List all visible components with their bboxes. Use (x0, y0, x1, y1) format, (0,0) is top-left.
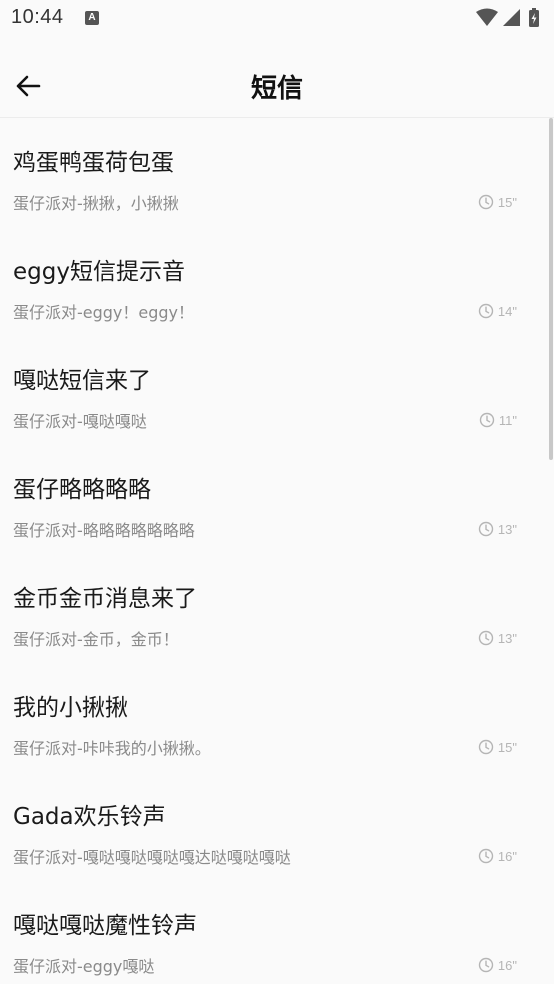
duration-text: 16" (497, 957, 517, 973)
back-button[interactable] (8, 66, 48, 106)
clock-icon (478, 630, 494, 646)
ringtone-subtitle: 蛋仔派对-略略略略略略略 (13, 521, 195, 540)
clock-icon (478, 521, 494, 537)
status-icons (476, 8, 546, 28)
ringtone-item[interactable]: 嘎哒短信来了 蛋仔派对-嘎哒嘎哒 11" (0, 336, 548, 445)
ringtone-title: 金币金币消息来了 (13, 586, 197, 612)
clock-icon (478, 848, 494, 864)
ringtone-duration: 16" (478, 847, 517, 865)
ringtone-item[interactable]: 鸡蛋鸭蛋荷包蛋 蛋仔派对-揪揪，小揪揪 15" (0, 118, 548, 227)
ringtone-duration: 15" (478, 193, 517, 211)
ringtone-subtitle: 蛋仔派对-揪揪，小揪揪 (13, 194, 179, 213)
ringtone-item[interactable]: 金币金币消息来了 蛋仔派对-金币，金币！ 13" (0, 554, 548, 663)
clock-icon (478, 739, 494, 755)
duration-text: 13" (497, 521, 517, 537)
ringtone-duration: 13" (478, 629, 517, 647)
status-time: 10:44 (11, 6, 64, 28)
ringtone-duration: 11" (479, 411, 517, 429)
ringtone-title: Gada欢乐铃声 (13, 804, 166, 830)
ringtone-duration: 15" (478, 738, 517, 756)
ringtone-subtitle: 蛋仔派对-嘎哒嘎哒嘎哒嘎达哒嘎哒嘎哒 (13, 848, 291, 867)
app-bar: 短信 (0, 54, 554, 118)
ringtone-title: eggy短信提示音 (13, 259, 185, 285)
notification-icon-letter: A (88, 12, 96, 23)
ringtone-screen: 10:44 A 短信 鸡蛋鸭蛋荷包蛋 蛋仔派对-揪揪，小揪揪 15" eggy短… (0, 0, 554, 984)
ringtone-subtitle: 蛋仔派对-eggy嘎哒 (13, 957, 155, 976)
duration-text: 11" (498, 412, 517, 428)
ringtone-item[interactable]: eggy短信提示音 蛋仔派对-eggy！eggy！ 14" (0, 227, 548, 336)
clock-icon (478, 957, 494, 973)
ringtone-title: 嘎哒短信来了 (13, 368, 151, 394)
duration-text: 15" (497, 194, 517, 210)
ringtone-list: 鸡蛋鸭蛋荷包蛋 蛋仔派对-揪揪，小揪揪 15" eggy短信提示音 蛋仔派对-e… (0, 118, 554, 984)
ringtone-subtitle: 蛋仔派对-金币，金币！ (13, 630, 179, 649)
ringtone-item[interactable]: Gada欢乐铃声 蛋仔派对-嘎哒嘎哒嘎哒嘎达哒嘎哒嘎哒 16" (0, 772, 548, 881)
ringtone-title: 我的小揪揪 (13, 695, 128, 721)
arrow-left-icon (16, 75, 41, 97)
ringtone-title: 蛋仔略略略略 (13, 477, 151, 503)
ringtone-duration: 16" (478, 956, 517, 974)
scrollbar-thumb[interactable] (549, 118, 553, 460)
clock-icon (478, 303, 494, 319)
ringtone-duration: 14" (478, 302, 517, 320)
wifi-icon (476, 8, 498, 26)
cellular-signal-icon (503, 9, 520, 26)
clock-icon (479, 412, 495, 428)
duration-text: 14" (497, 303, 517, 319)
ringtone-subtitle: 蛋仔派对-嘎哒嘎哒 (13, 412, 147, 431)
ringtone-title: 鸡蛋鸭蛋荷包蛋 (13, 150, 174, 176)
ringtone-item[interactable]: 嘎哒嘎哒魔性铃声 蛋仔派对-eggy嘎哒 16" (0, 881, 548, 984)
notification-icon: A (85, 11, 99, 25)
ringtone-title: 嘎哒嘎哒魔性铃声 (13, 913, 197, 939)
duration-text: 16" (497, 848, 517, 864)
ringtone-item[interactable]: 蛋仔略略略略 蛋仔派对-略略略略略略略 13" (0, 445, 548, 554)
status-bar: 10:44 A (0, 0, 554, 38)
battery-charging-icon (529, 8, 539, 27)
ringtone-duration: 13" (478, 520, 517, 538)
clock-icon (478, 194, 494, 210)
duration-text: 13" (497, 630, 517, 646)
page-title: 短信 (250, 74, 303, 104)
ringtone-item[interactable]: 我的小揪揪 蛋仔派对-咔咔我的小揪揪。 15" (0, 663, 548, 772)
ringtone-subtitle: 蛋仔派对-eggy！eggy！ (13, 303, 195, 322)
duration-text: 15" (497, 739, 517, 755)
ringtone-subtitle: 蛋仔派对-咔咔我的小揪揪。 (13, 739, 211, 758)
